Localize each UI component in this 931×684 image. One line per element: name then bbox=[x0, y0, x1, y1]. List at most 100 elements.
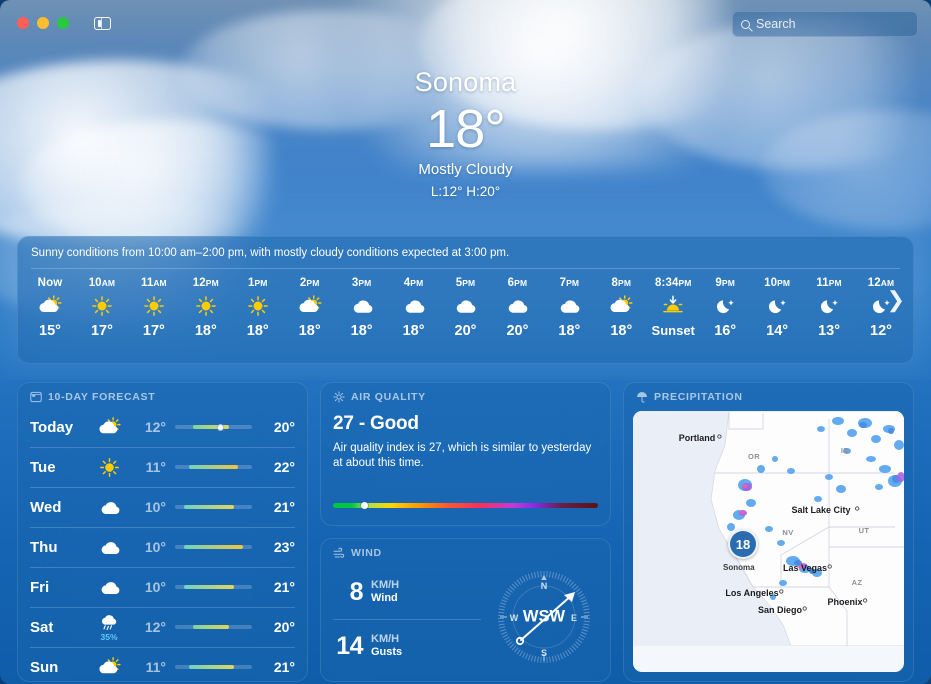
hourly-item: 5PM 20° bbox=[440, 275, 492, 341]
wind-icon bbox=[333, 547, 345, 558]
hour-weather-icon bbox=[491, 291, 543, 321]
forecast-day-name: Thu bbox=[30, 538, 58, 556]
hourly-item: 4PM 18° bbox=[388, 275, 440, 341]
hourly-item: 10AM 17° bbox=[76, 275, 128, 341]
hour-label: 11PM bbox=[816, 276, 842, 289]
hour-temperature: 18° bbox=[194, 322, 217, 339]
forecast-day-row: Tue 11° 22° bbox=[30, 447, 295, 487]
sun-icon bbox=[92, 295, 112, 316]
cloud-icon bbox=[405, 299, 424, 313]
forecast-day-icon bbox=[88, 656, 130, 679]
temperature-range-track bbox=[175, 545, 252, 549]
hour-label: 6PM bbox=[507, 276, 528, 289]
forecast-day-name: Fri bbox=[30, 578, 50, 596]
precipitation-probability: 35% bbox=[100, 632, 118, 642]
map-state-label: ID bbox=[841, 446, 849, 455]
map-city-label: Los Angeles bbox=[725, 588, 778, 598]
calendar-icon bbox=[30, 391, 42, 403]
hour-temperature: 18° bbox=[402, 322, 425, 339]
panel-title: Wind bbox=[351, 547, 382, 559]
city-name: Sonoma bbox=[414, 67, 517, 97]
moon-stars-icon bbox=[717, 299, 734, 313]
hour-temperature: 20° bbox=[454, 322, 477, 339]
hourly-item: 2PM 18° bbox=[284, 275, 336, 341]
pin-city-label: Sonoma bbox=[723, 563, 755, 572]
chevron-right-icon[interactable]: ❯ bbox=[881, 285, 911, 315]
wind-gusts-unit-group: KM/H Gusts bbox=[371, 633, 402, 660]
sun-icon bbox=[247, 295, 268, 316]
forecast-high-temp: 20° bbox=[273, 419, 295, 435]
sidebar-toggle-icon[interactable] bbox=[94, 16, 111, 30]
wind-gusts-unit: KM/H bbox=[371, 632, 400, 645]
precipitation-map[interactable]: OR ID NV UT AZ Portland Salt Lake City Las Vega… bbox=[633, 411, 904, 672]
cloud-icon bbox=[101, 581, 119, 594]
hourly-forecast-card: Sunny conditions from 10:00 am–2:00 pm, … bbox=[17, 236, 914, 364]
search-field[interactable]: Search bbox=[732, 11, 918, 37]
minimize-button[interactable] bbox=[37, 17, 49, 29]
current-location-pin[interactable]: 18 bbox=[728, 529, 758, 559]
wind-gusts-label: Gusts bbox=[371, 646, 403, 658]
air-quality-panel: Air Quality 27 - Good Air quality index … bbox=[320, 382, 611, 526]
temperature-range-track bbox=[175, 665, 252, 669]
hourly-forecast-row[interactable]: Now 15° 10AM 17° 11AM 17° 12PM 18° 1PM 18° 2PM 18° 3… bbox=[18, 269, 913, 341]
moon-stars-icon bbox=[820, 299, 838, 313]
hour-temperature: Sunset bbox=[651, 322, 695, 338]
air-quality-description: Air quality index is 27, which is simila… bbox=[333, 442, 592, 469]
map-city-label: San Diego bbox=[758, 605, 803, 615]
forecast-high-temp: 20° bbox=[273, 619, 295, 635]
wind-speed-label: Wind bbox=[371, 592, 398, 604]
hour-temperature: 16° bbox=[714, 322, 737, 339]
forecast-day-icon bbox=[88, 416, 130, 439]
forecast-day-icon: 35% bbox=[88, 612, 130, 642]
hour-temperature: 18° bbox=[246, 322, 269, 339]
forecast-day-name: Sat bbox=[30, 618, 54, 636]
maximize-button[interactable] bbox=[57, 17, 69, 29]
weather-window: Search Sonoma 18° Mostly Cloudy L:12° H:… bbox=[0, 0, 931, 684]
forecast-low-temp: 12° bbox=[144, 419, 166, 435]
hour-temperature: 14° bbox=[766, 322, 789, 339]
wind-stats: 8 KM/H Wind 14 KM/H Gusts bbox=[321, 565, 481, 673]
wind-speed-unit: KM/H bbox=[371, 578, 400, 591]
ten-day-forecast-panel: 10-Day Forecast Today 12° 20° Tue 11° 22° Wed 1… bbox=[17, 382, 308, 682]
moon-stars-icon bbox=[769, 299, 786, 313]
hour-label: 2PM bbox=[299, 276, 320, 289]
forecast-low-temp: 11° bbox=[145, 459, 166, 475]
hour-temperature: 17° bbox=[142, 322, 165, 339]
partly-cloudy-day-icon bbox=[610, 294, 633, 312]
hour-weather-icon bbox=[180, 291, 232, 321]
hour-label: 11AM bbox=[140, 276, 167, 289]
cloud-icon bbox=[101, 541, 119, 554]
hour-weather-icon bbox=[76, 291, 128, 321]
high-low-temperature: L:12° H:20° bbox=[430, 184, 501, 199]
hour-weather-icon bbox=[543, 291, 595, 321]
hourly-item: 12PM 18° bbox=[180, 275, 232, 341]
cloud-icon bbox=[457, 299, 476, 313]
map-city-label: Salt Lake City bbox=[791, 505, 850, 515]
hourly-item: 10PM 14° bbox=[751, 275, 803, 341]
wind-speed-value: 8 bbox=[349, 577, 364, 606]
panel-header: Air Quality bbox=[321, 383, 610, 407]
current-temperature: 18° bbox=[426, 99, 506, 159]
map-state-label: UT bbox=[859, 526, 870, 535]
current-weather-hero: Sonoma 18° Mostly Cloudy L:12° H:20° bbox=[0, 64, 931, 202]
hour-label: 8PM bbox=[611, 276, 631, 289]
hour-temperature: 15° bbox=[39, 322, 61, 339]
weather-condition: Mostly Cloudy bbox=[418, 161, 513, 178]
hourly-item: 7PM 18° bbox=[543, 275, 595, 341]
hour-temperature: 18° bbox=[610, 322, 633, 339]
partly-cloudy-day-icon bbox=[39, 294, 62, 312]
temperature-range-bar bbox=[193, 425, 230, 429]
cloud-icon bbox=[101, 501, 119, 514]
current-temperature-marker bbox=[216, 423, 224, 431]
pin-temperature: 18 bbox=[735, 536, 751, 552]
close-button[interactable] bbox=[17, 17, 29, 29]
hour-weather-icon bbox=[128, 291, 180, 321]
temperature-range-track bbox=[175, 423, 252, 431]
hourly-item: Now 15° bbox=[24, 275, 76, 341]
forecast-day-row: Sun 11° 21° bbox=[30, 647, 295, 681]
cloud-icon bbox=[561, 299, 580, 313]
wind-direction-label: WSW bbox=[522, 607, 566, 626]
compass-north-label: N bbox=[541, 581, 548, 591]
umbrella-icon bbox=[637, 392, 647, 403]
forecast-low-temp: 10° bbox=[144, 499, 166, 515]
